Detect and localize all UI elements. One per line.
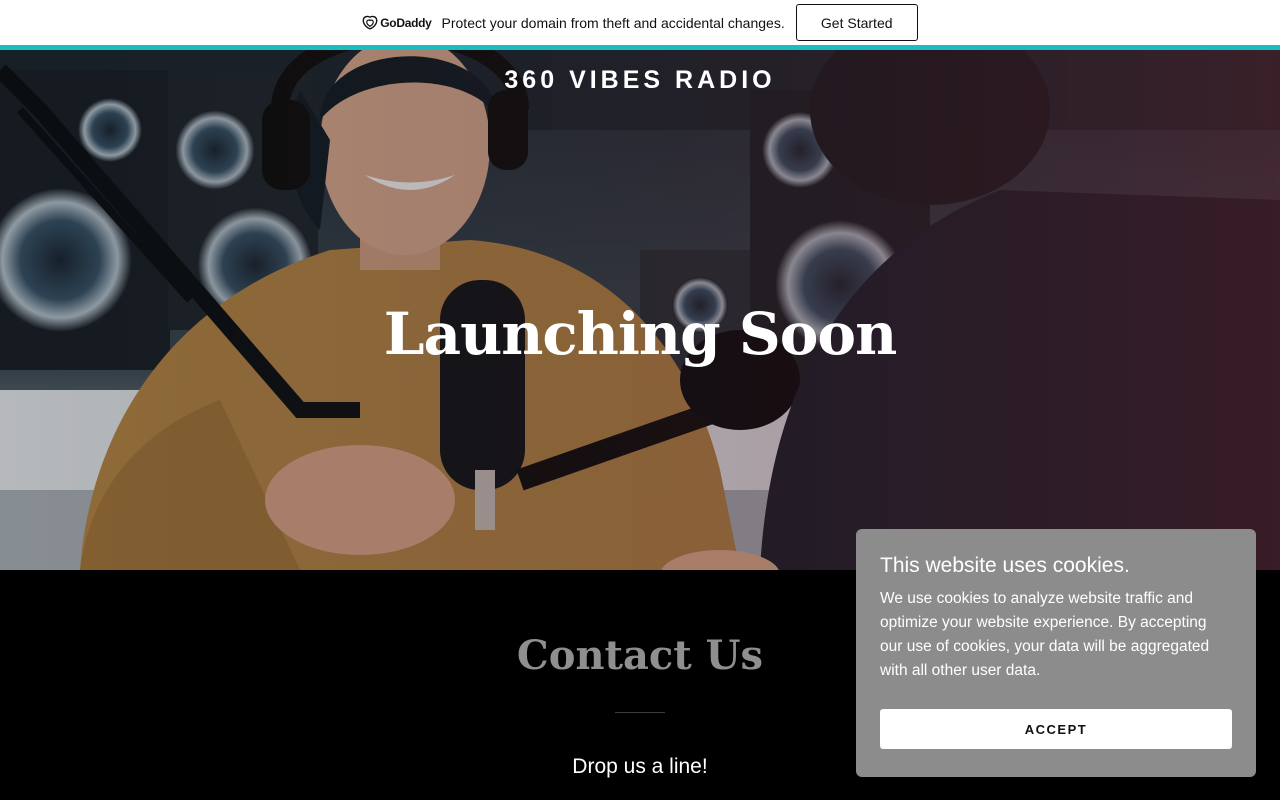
cookie-dialog-title: This website uses cookies.	[880, 554, 1130, 577]
section-divider	[615, 712, 665, 713]
promo-message: Protect your domain from theft and accid…	[441, 14, 785, 31]
godaddy-logo-icon	[362, 15, 378, 30]
get-started-button[interactable]: Get Started	[795, 4, 918, 41]
brand-logo: GoDaddy	[362, 15, 432, 31]
brand-name: GoDaddy	[380, 15, 432, 30]
site-title[interactable]: 360 VIBES RADIO	[0, 66, 1280, 95]
accept-cookies-button[interactable]: ACCEPT	[880, 709, 1232, 749]
hero-heading: Launching Soon	[383, 300, 898, 368]
hero-section: 360 VIBES RADIO Launching Soon	[0, 50, 1280, 570]
cookie-dialog-body: We use cookies to analyze website traffi…	[880, 590, 1210, 679]
cookie-consent-dialog: This website uses cookies. We use cookie…	[856, 529, 1256, 777]
promo-banner: GoDaddy Protect your domain from theft a…	[0, 0, 1280, 45]
